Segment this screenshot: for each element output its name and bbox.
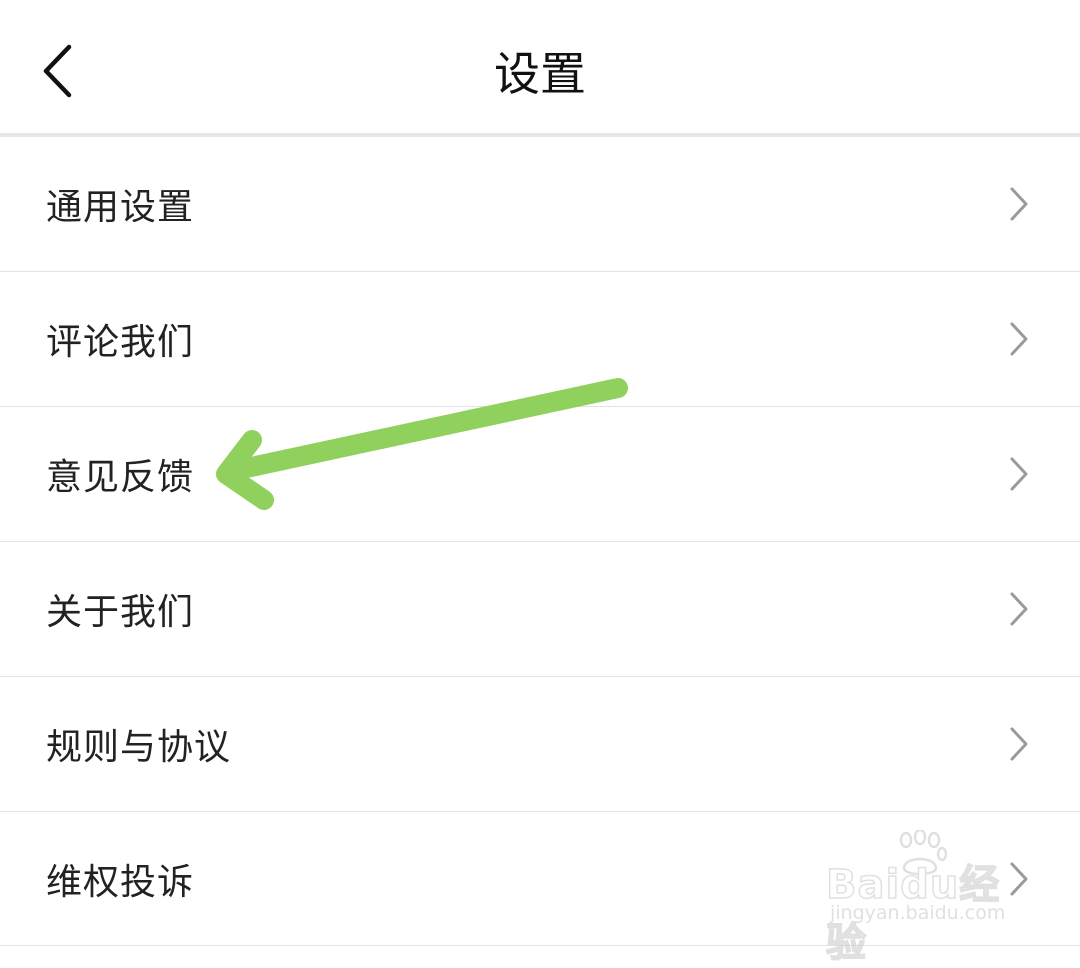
- settings-item-rate-us[interactable]: 评论我们: [0, 272, 1080, 407]
- settings-item-about-us[interactable]: 关于我们: [0, 542, 1080, 677]
- settings-item-label: 评论我们: [46, 322, 195, 363]
- chevron-left-icon: [43, 44, 72, 98]
- chevron-right-icon: [1008, 726, 1030, 762]
- settings-item-general[interactable]: 通用设置: [0, 137, 1080, 272]
- settings-item-label: 通用设置: [46, 187, 195, 228]
- settings-item-feedback[interactable]: 意见反馈: [0, 407, 1080, 542]
- chevron-right-icon: [1008, 321, 1030, 357]
- chevron-right-icon: [1008, 861, 1030, 897]
- settings-item-rules-agreements[interactable]: 规则与协议: [0, 677, 1080, 812]
- back-button[interactable]: [28, 36, 88, 106]
- chevron-right-icon: [1008, 591, 1030, 627]
- top-bar: 设置: [0, 0, 1080, 133]
- settings-list: 通用设置 评论我们 意见反馈 关于我们 规则与协议 维权投诉: [0, 137, 1080, 946]
- settings-item-label: 关于我们: [46, 592, 195, 633]
- settings-item-label: 意见反馈: [46, 457, 195, 498]
- settings-item-complaints[interactable]: 维权投诉: [0, 812, 1080, 946]
- chevron-right-icon: [1008, 456, 1030, 492]
- chevron-right-icon: [1008, 186, 1030, 222]
- settings-item-label: 维权投诉: [46, 861, 195, 903]
- page-title: 设置: [494, 47, 586, 101]
- settings-item-label: 规则与协议: [46, 727, 232, 768]
